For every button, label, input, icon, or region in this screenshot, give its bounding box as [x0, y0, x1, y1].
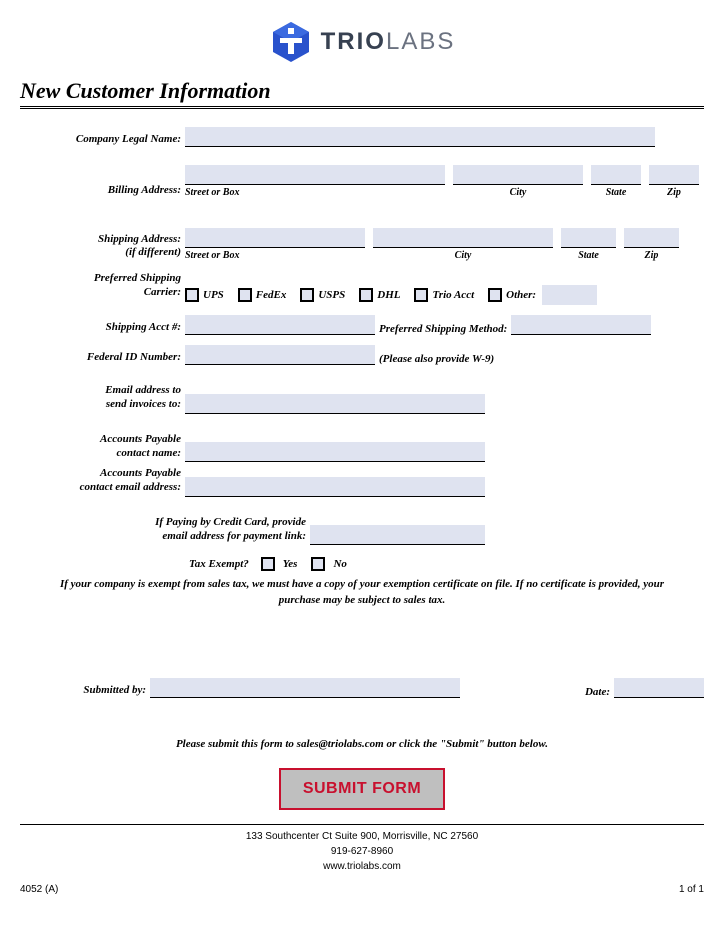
label-yes: Yes — [283, 558, 298, 570]
label-fedex: FedEx — [256, 289, 287, 301]
label-ups: UPS — [203, 289, 224, 301]
label-ship-method: Preferred Shipping Method: — [375, 323, 511, 335]
footer-address: 133 Southcenter Ct Suite 900, Morrisvill… — [20, 829, 704, 844]
label-invoice-email: Email address to send invoices to: — [20, 383, 185, 414]
input-date[interactable] — [614, 678, 704, 698]
label-ship-acct: Shipping Acct #: — [20, 321, 185, 335]
label-carrier: Preferred Shipping Carrier: — [20, 271, 185, 302]
checkbox-tax-no[interactable] — [311, 557, 325, 571]
label-ap-name: Accounts Payable contact name: — [20, 432, 185, 463]
input-ship-method[interactable] — [511, 315, 651, 335]
page-title: New Customer Information — [20, 78, 704, 109]
tax-note: If your company is exempt from sales tax… — [50, 577, 674, 608]
sublabel-state2: State — [561, 248, 616, 261]
label-cc-email: If Paying by Credit Card, provide email … — [20, 515, 310, 546]
checkbox-fedex[interactable] — [238, 288, 252, 302]
label-shipping: Shipping Address: (if different) — [20, 233, 185, 261]
label-submitted-by: Submitted by: — [20, 684, 150, 698]
sublabel-zip2: Zip — [624, 248, 679, 261]
label-no: No — [333, 558, 346, 570]
sublabel-street2: Street or Box — [185, 248, 365, 261]
checkbox-trio[interactable] — [414, 288, 428, 302]
logo-text: TRIOLABS — [321, 28, 456, 56]
input-billing-city[interactable] — [453, 165, 583, 185]
input-shipping-state[interactable] — [561, 228, 616, 248]
input-cc-email[interactable] — [310, 525, 485, 545]
input-ship-acct[interactable] — [185, 315, 375, 335]
logo-icon — [269, 20, 313, 64]
input-ap-email[interactable] — [185, 477, 485, 497]
label-w9: (Please also provide W-9) — [375, 353, 498, 365]
page-number: 1 of 1 — [679, 884, 704, 895]
input-ap-name[interactable] — [185, 442, 485, 462]
label-company: Company Legal Name: — [20, 133, 185, 147]
label-other: Other: — [506, 289, 536, 301]
label-fed-id: Federal ID Number: — [20, 351, 185, 365]
footer-web: www.triolabs.com — [20, 859, 704, 874]
input-shipping-city[interactable] — [373, 228, 553, 248]
footer: 133 Southcenter Ct Suite 900, Morrisvill… — [20, 829, 704, 874]
label-trio: Trio Acct — [432, 289, 474, 301]
label-usps: USPS — [318, 289, 345, 301]
label-date: Date: — [581, 686, 614, 698]
sublabel-city2: City — [373, 248, 553, 261]
submit-button[interactable]: SUBMIT FORM — [279, 768, 445, 810]
input-fed-id[interactable] — [185, 345, 375, 365]
checkbox-dhl[interactable] — [359, 288, 373, 302]
label-dhl: DHL — [377, 289, 400, 301]
logo-area: TRIOLABS — [20, 10, 704, 78]
doc-id: 4052 (A) — [20, 884, 58, 895]
checkbox-other[interactable] — [488, 288, 502, 302]
input-shipping-zip[interactable] — [624, 228, 679, 248]
input-submitted-by[interactable] — [150, 678, 460, 698]
footer-divider — [20, 824, 704, 825]
label-ap-email: Accounts Payable contact email address: — [20, 466, 185, 497]
input-other-carrier[interactable] — [542, 285, 597, 305]
input-billing-state[interactable] — [591, 165, 641, 185]
input-billing-street[interactable] — [185, 165, 445, 185]
sublabel-state: State — [591, 185, 641, 198]
sublabel-street: Street or Box — [185, 185, 445, 198]
footer-phone: 919-627-8960 — [20, 844, 704, 859]
submit-instruction: Please submit this form to sales@triolab… — [20, 738, 704, 750]
sublabel-city: City — [453, 185, 583, 198]
sublabel-zip: Zip — [649, 185, 699, 198]
input-billing-zip[interactable] — [649, 165, 699, 185]
label-billing: Billing Address: — [20, 184, 185, 198]
label-tax-exempt: Tax Exempt? — [185, 558, 253, 570]
checkbox-tax-yes[interactable] — [261, 557, 275, 571]
checkbox-usps[interactable] — [300, 288, 314, 302]
input-company[interactable] — [185, 127, 655, 147]
input-invoice-email[interactable] — [185, 394, 485, 414]
input-shipping-street[interactable] — [185, 228, 365, 248]
checkbox-ups[interactable] — [185, 288, 199, 302]
